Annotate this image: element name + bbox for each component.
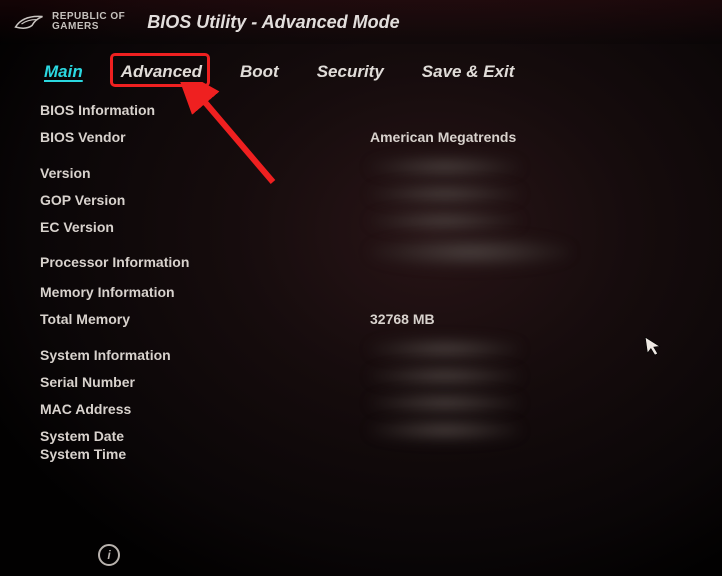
- value-ec-version-redacted: [370, 210, 520, 232]
- label-mac-address: MAC Address: [40, 401, 370, 417]
- tab-bar: Main Advanced Boot Security Save & Exit: [0, 44, 722, 92]
- tab-security[interactable]: Security: [317, 62, 384, 82]
- value-bios-vendor: American Megatrends: [370, 129, 516, 145]
- label-bios-vendor: BIOS Vendor: [40, 129, 370, 145]
- tab-save-exit[interactable]: Save & Exit: [422, 62, 515, 82]
- value-date-redacted: [370, 419, 520, 441]
- label-system-time: System Time: [40, 446, 370, 462]
- value-serial-redacted: [370, 365, 520, 387]
- info-icon-glyph: i: [107, 548, 110, 562]
- label-version: Version: [40, 165, 370, 181]
- label-system-date: System Date: [40, 428, 370, 444]
- label-system-info: System Information: [40, 347, 370, 363]
- label-memory-info: Memory Information: [40, 284, 370, 300]
- value-version-redacted: [370, 156, 520, 178]
- value-gop-version-redacted: [370, 183, 520, 205]
- label-ec-version: EC Version: [40, 219, 370, 235]
- tab-boot[interactable]: Boot: [240, 62, 279, 82]
- value-total-memory: 32768 MB: [370, 311, 435, 327]
- label-bios-information: BIOS Information: [40, 102, 370, 118]
- tab-advanced[interactable]: Advanced: [121, 62, 202, 82]
- label-gop-version: GOP Version: [40, 192, 370, 208]
- bios-header: REPUBLIC OF GAMERS BIOS Utility - Advanc…: [0, 0, 722, 44]
- label-serial-number: Serial Number: [40, 374, 370, 390]
- rog-logo-icon: [14, 11, 44, 33]
- value-processor-redacted: [370, 237, 570, 267]
- tab-main[interactable]: Main: [44, 62, 83, 82]
- page-title: BIOS Utility - Advanced Mode: [147, 12, 399, 33]
- label-total-memory: Total Memory: [40, 311, 370, 327]
- value-system-info-redacted: [370, 338, 520, 360]
- value-mac-redacted: [370, 392, 520, 414]
- info-icon[interactable]: i: [98, 544, 120, 566]
- label-processor-info: Processor Information: [40, 254, 370, 270]
- brand-text: REPUBLIC OF GAMERS: [52, 12, 125, 32]
- main-content: BIOS Information BIOS Vendor American Me…: [0, 92, 722, 473]
